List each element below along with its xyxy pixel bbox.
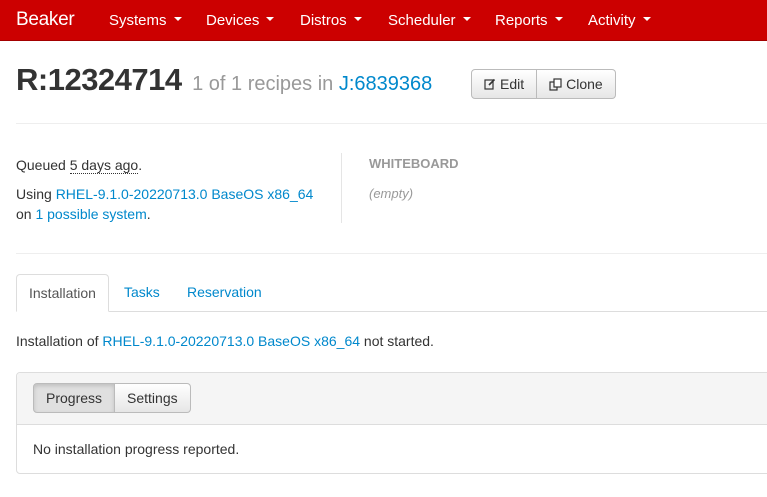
nav-activity[interactable]: Activity: [588, 12, 651, 29]
panel-toggle-group: Progress Settings: [33, 383, 191, 413]
recipe-subtitle: 1 of 1 recipes in J:6839368: [192, 73, 432, 95]
recipe-count-text: 1 of 1 recipes in: [192, 73, 334, 95]
details-divider: [341, 153, 342, 223]
page-title: R:12324714 1 of 1 recipes in J:6839368: [16, 62, 432, 98]
tab-tasks[interactable]: Tasks: [124, 274, 160, 311]
queued-suffix: .: [138, 157, 143, 173]
recipe-tabs: Installation Tasks Reservation: [16, 274, 767, 312]
nav-systems[interactable]: Systems: [109, 12, 182, 29]
caret-down-icon: [173, 17, 182, 22]
installation-panel: Progress Settings No installation progre…: [16, 372, 767, 474]
top-navbar: Beaker Systems Devices Distros Scheduler…: [0, 0, 767, 41]
nav-reports-label: Reports: [495, 12, 548, 29]
installation-suffix: not started.: [363, 333, 434, 349]
queued-time: 5 days ago: [69, 157, 139, 174]
nav-devices-label: Devices: [206, 12, 260, 29]
edit-button-label: Edit: [500, 76, 525, 92]
tab-reservation[interactable]: Reservation: [187, 274, 262, 311]
recipe-id: R:12324714: [16, 62, 182, 97]
nav-reports[interactable]: Reports: [495, 12, 563, 29]
queued-prefix: Queued: [16, 157, 66, 173]
caret-down-icon: [353, 17, 362, 22]
system-line: on 1 possible system.: [16, 204, 151, 224]
caret-down-icon: [462, 17, 471, 22]
edit-icon: [484, 78, 496, 90]
installation-prefix: Installation of: [16, 333, 99, 349]
divider: [16, 123, 767, 124]
caret-down-icon: [554, 17, 563, 22]
settings-button[interactable]: Settings: [115, 383, 191, 413]
progress-message: No installation progress reported.: [33, 441, 240, 457]
progress-button[interactable]: Progress: [33, 383, 116, 413]
whiteboard-value[interactable]: (empty): [369, 186, 413, 201]
using-line: Using RHEL-9.1.0-20220713.0 BaseOS x86_6…: [16, 184, 313, 204]
job-link[interactable]: J:6839368: [339, 73, 432, 95]
clone-icon: [549, 77, 562, 91]
recipe-actions: Edit Clone: [471, 69, 616, 99]
installation-distro-link[interactable]: RHEL-9.1.0-20220713.0 BaseOS x86_64: [102, 333, 360, 349]
queued-line: Queued 5 days ago.: [16, 155, 142, 175]
nav-distros-label: Distros: [300, 12, 347, 29]
nav-distros[interactable]: Distros: [300, 12, 362, 29]
clone-button-label: Clone: [566, 76, 603, 92]
possible-system-link[interactable]: 1 possible system: [35, 206, 146, 222]
panel-header: Progress Settings: [17, 373, 767, 425]
distro-link[interactable]: RHEL-9.1.0-20220713.0 BaseOS x86_64: [56, 186, 314, 202]
nav-devices[interactable]: Devices: [206, 12, 275, 29]
caret-down-icon: [266, 17, 275, 22]
on-prefix: on: [16, 206, 32, 222]
nav-systems-label: Systems: [109, 12, 167, 29]
nav-scheduler[interactable]: Scheduler: [388, 12, 471, 29]
edit-button[interactable]: Edit: [471, 69, 538, 99]
installation-status: Installation of RHEL-9.1.0-20220713.0 Ba…: [16, 333, 434, 349]
caret-down-icon: [642, 17, 651, 22]
using-prefix: Using: [16, 186, 52, 202]
tab-installation[interactable]: Installation: [16, 274, 109, 312]
whiteboard-label: WHITEBOARD: [369, 156, 459, 171]
system-suffix: .: [146, 206, 151, 222]
nav-activity-label: Activity: [588, 12, 636, 29]
clone-button[interactable]: Clone: [537, 69, 616, 99]
brand-logo[interactable]: Beaker: [16, 9, 75, 31]
nav-scheduler-label: Scheduler: [388, 12, 456, 29]
divider: [16, 253, 767, 254]
